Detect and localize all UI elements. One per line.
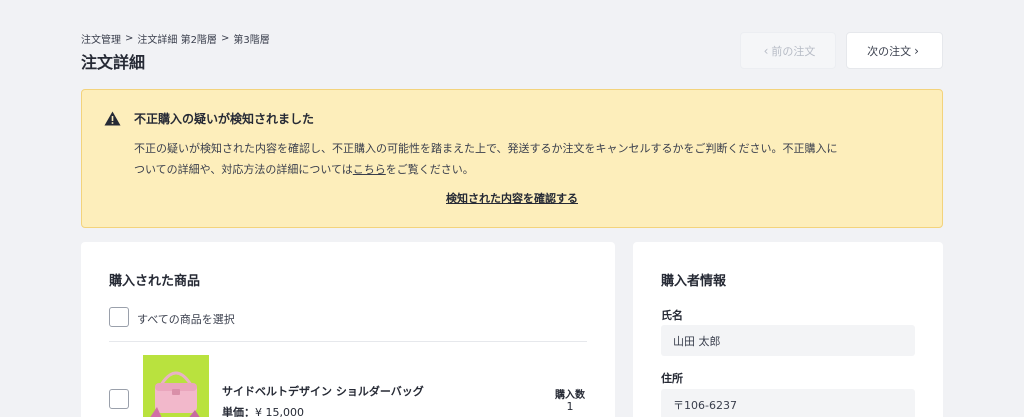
- product-image: [143, 355, 209, 417]
- buyer-address-field: 〒106-6237: [661, 389, 915, 417]
- prev-order-button[interactable]: ‹ 前の注文: [740, 32, 836, 69]
- pink-shoulder-bag-photo: [143, 355, 209, 417]
- alert-action: 検知された内容を確認する: [82, 190, 942, 206]
- breadcrumb-item-current: 第3階層: [233, 35, 270, 46]
- product-price: 単価：¥ 15,000: [222, 404, 304, 417]
- buyer-address-label: 住所: [661, 372, 683, 385]
- prev-order-label: 前の注文: [771, 44, 816, 58]
- chevron-left-icon: ‹: [763, 43, 769, 58]
- alert-body-line: 不正の疑いが検知された内容を確認し、不正購入の可能性を踏まえた上で、発送するか注…: [134, 142, 838, 155]
- fraud-alert-banner: 不正購入の疑いが検知されました 不正の疑いが検知された内容を確認し、不正購入の可…: [81, 89, 943, 228]
- purchased-products-title: 購入された商品: [109, 274, 201, 289]
- quantity-label: 購入数: [555, 390, 585, 401]
- alert-body: 不正の疑いが検知された内容を確認し、不正購入の可能性を踏まえた上で、発送するか注…: [134, 138, 924, 180]
- breadcrumb-separator: >: [125, 33, 134, 44]
- breadcrumb-item-order-detail[interactable]: 注文詳細 第2階層: [137, 31, 217, 46]
- alert-body-line: ついての詳細や、対応方法の詳細についてはこちらをご覧ください。: [134, 159, 924, 180]
- product-checkbox[interactable]: [109, 389, 129, 409]
- divider: [109, 341, 587, 342]
- select-all-checkbox[interactable]: [109, 307, 129, 327]
- product-price-value: ¥ 15,000: [255, 406, 304, 417]
- breadcrumb: 注文管理 > 注文詳細 第2階層 > 第3階層: [81, 31, 270, 46]
- buyer-info-title: 購入者情報: [661, 274, 727, 289]
- purchased-products-card: 購入された商品 すべての商品を選択 サイドベルトデザイン ショルダーバッグ 単価…: [81, 242, 615, 417]
- next-order-button[interactable]: 次の注文 ›: [846, 32, 943, 69]
- check-detected-content-link[interactable]: 検知された内容を確認する: [446, 192, 578, 205]
- buyer-name-field: 山田 太郎: [661, 325, 915, 356]
- order-detail-page: 注文管理 > 注文詳細 第2階層 > 第3階層 注文詳細 ‹ 前の注文 次の注文…: [0, 0, 1024, 417]
- select-all-label: すべての商品を選択: [137, 313, 235, 326]
- quantity-value: 1: [566, 400, 574, 413]
- alert-detail-link[interactable]: こちら: [353, 163, 386, 176]
- breadcrumb-separator: >: [220, 33, 230, 44]
- buyer-name-label: 氏名: [661, 309, 683, 322]
- buyer-info-card: 購入者情報 氏名 山田 太郎 住所 〒106-6237: [633, 242, 943, 417]
- alert-body-text: ついての詳細や、対応方法の詳細については: [134, 163, 353, 176]
- warning-triangle-icon: [104, 111, 121, 126]
- chevron-right-icon: ›: [914, 43, 919, 58]
- breadcrumb-item-order-management[interactable]: 注文管理: [81, 31, 121, 46]
- product-name[interactable]: サイドベルトデザイン ショルダーバッグ: [222, 383, 424, 399]
- next-order-label: 次の注文: [867, 44, 912, 58]
- page-title: 注文詳細: [81, 53, 146, 72]
- product-price-label: 単価：: [222, 406, 255, 417]
- alert-title: 不正購入の疑いが検知されました: [134, 112, 315, 126]
- alert-body-text: をご覧ください。: [385, 163, 474, 176]
